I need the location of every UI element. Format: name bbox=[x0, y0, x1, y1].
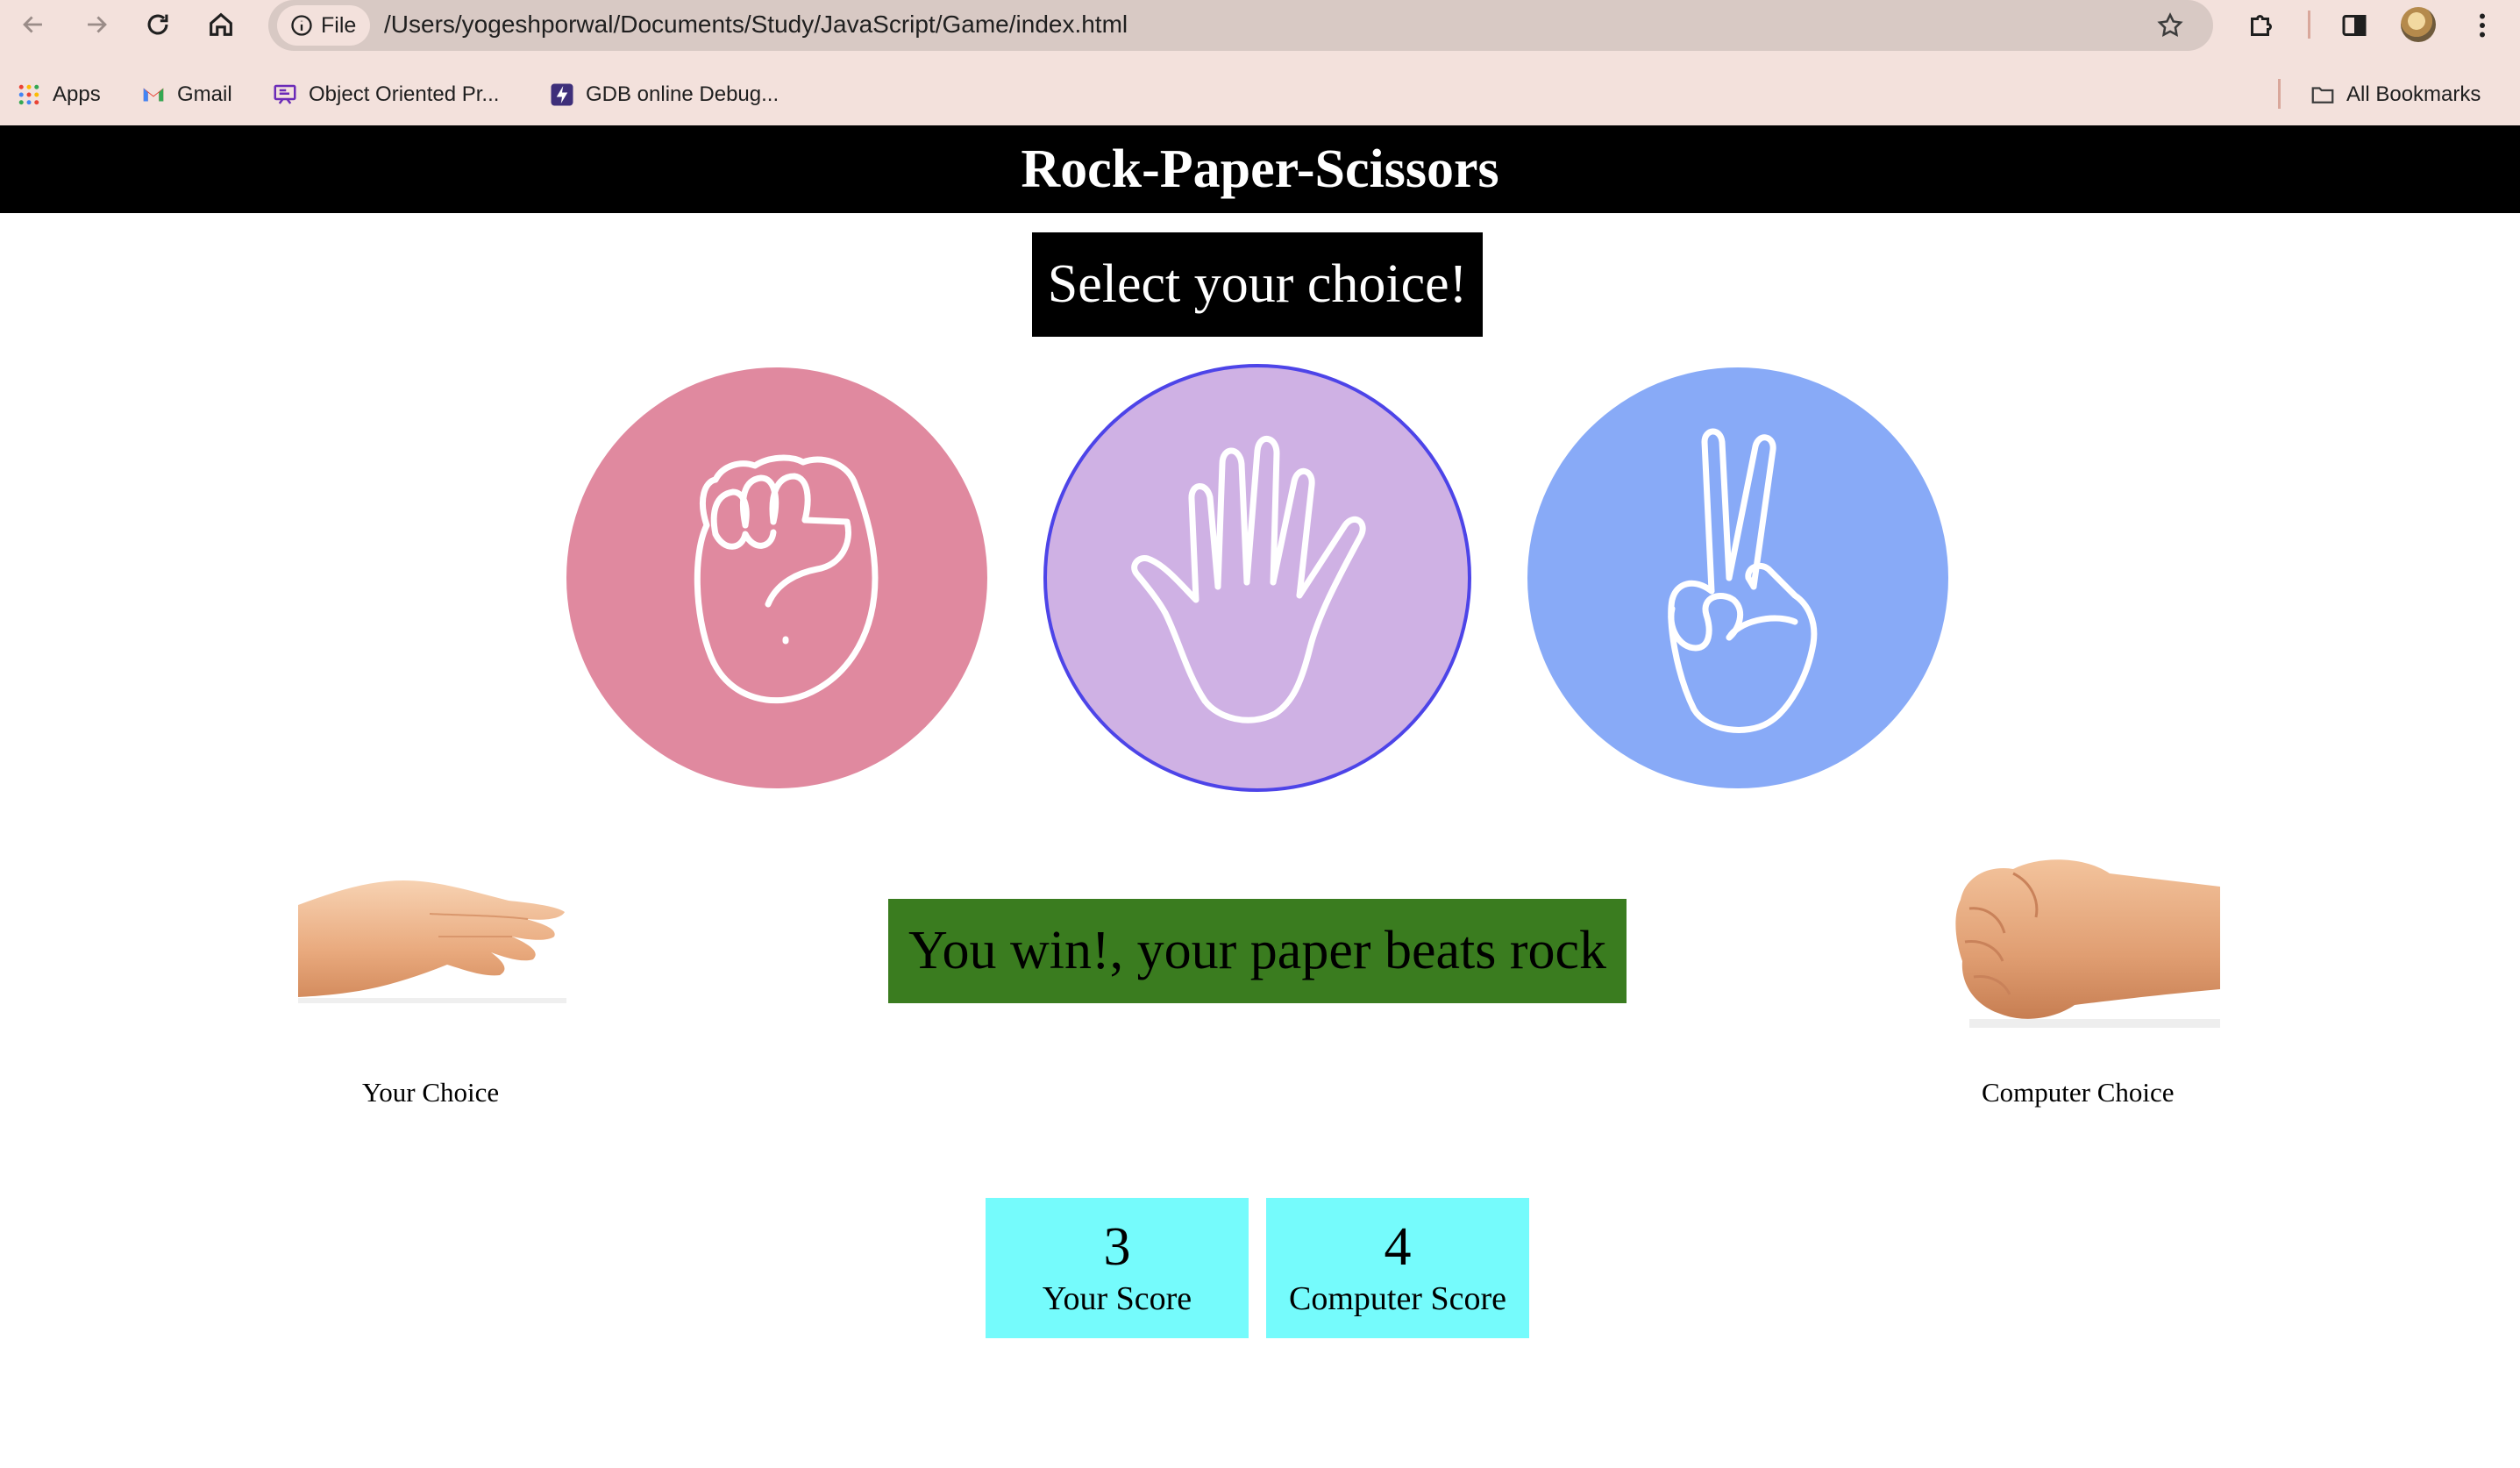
reload-button[interactable] bbox=[133, 7, 182, 42]
profile-avatar[interactable] bbox=[2401, 7, 2436, 42]
bookmark-label: Gmail bbox=[177, 82, 232, 106]
bookmark-star-button[interactable] bbox=[2152, 7, 2189, 44]
scissors-choice-button[interactable] bbox=[1527, 367, 1948, 788]
bookmark-label: Object Oriented Pr... bbox=[309, 82, 500, 106]
computer-choice-label: Computer Choice bbox=[1982, 1077, 2175, 1108]
bookmark-object-oriented[interactable]: Object Oriented Pr... bbox=[272, 79, 499, 110]
lightning-icon bbox=[551, 83, 573, 106]
computer-choice-hand-image bbox=[1955, 859, 2220, 1028]
bookmark-apps[interactable]: Apps bbox=[16, 79, 101, 110]
your-score-card: 3 Your Score bbox=[986, 1198, 1249, 1338]
bookmark-gmail[interactable]: Gmail bbox=[140, 79, 232, 110]
arrow-right-icon bbox=[88, 16, 107, 33]
address-bar[interactable]: File /Users/yogeshporwal/Documents/Study… bbox=[268, 0, 2213, 51]
reload-icon bbox=[147, 14, 168, 35]
side-panel-icon bbox=[2342, 15, 2367, 36]
browser-chrome: File /Users/yogeshporwal/Documents/Study… bbox=[0, 0, 2520, 125]
back-button[interactable] bbox=[9, 7, 58, 42]
your-score-label: Your Score bbox=[1042, 1280, 1192, 1317]
home-button[interactable] bbox=[196, 7, 246, 42]
folder-icon bbox=[2311, 87, 2334, 103]
info-icon bbox=[291, 15, 312, 36]
star-icon bbox=[2157, 12, 2183, 37]
bookmarks-divider bbox=[2278, 79, 2281, 109]
select-prompt: Select your choice! bbox=[1032, 232, 1483, 337]
forward-button[interactable] bbox=[72, 7, 121, 42]
home-icon bbox=[210, 12, 232, 36]
toolbar-divider bbox=[2308, 11, 2310, 39]
extensions-button[interactable] bbox=[2241, 5, 2282, 46]
open-hand-icon bbox=[1131, 436, 1366, 723]
all-bookmarks-label: All Bookmarks bbox=[2346, 82, 2481, 106]
puzzle-icon bbox=[2251, 15, 2272, 36]
paper-choice-button[interactable] bbox=[1043, 364, 1471, 792]
bookmark-label: Apps bbox=[53, 82, 101, 106]
computer-score-label: Computer Score bbox=[1288, 1280, 1506, 1317]
your-choice-label: Your Choice bbox=[362, 1077, 500, 1108]
file-chip-label: File bbox=[321, 12, 357, 38]
kebab-menu-icon bbox=[2480, 13, 2485, 38]
your-score-value: 3 bbox=[1103, 1217, 1131, 1277]
gmail-icon bbox=[143, 88, 164, 102]
bookmark-gdb-online[interactable]: GDB online Debug... bbox=[549, 79, 779, 110]
rock-choice-button[interactable] bbox=[566, 367, 987, 788]
your-choice-hand-image bbox=[298, 880, 566, 1003]
computer-score-value: 4 bbox=[1384, 1217, 1412, 1277]
site-info-chip[interactable]: File bbox=[277, 5, 370, 46]
fist-icon bbox=[694, 454, 879, 704]
url-text[interactable]: /Users/yogeshporwal/Documents/Study/Java… bbox=[384, 11, 1128, 39]
presentation-icon bbox=[274, 84, 296, 104]
arrow-left-icon bbox=[23, 16, 42, 33]
bookmarks-bar: Apps Gmail Object Oriented Pr... GDB onl… bbox=[0, 70, 2520, 119]
bookmark-label: GDB online Debug... bbox=[586, 82, 779, 106]
page-title: Rock-Paper-Scissors bbox=[0, 125, 2520, 213]
menu-button[interactable] bbox=[2462, 5, 2502, 46]
peace-hand-icon bbox=[1668, 428, 1818, 733]
all-bookmarks-button[interactable]: All Bookmarks bbox=[2310, 79, 2481, 110]
apps-grid-icon bbox=[18, 84, 39, 105]
result-message: You win!, your paper beats rock bbox=[888, 899, 1627, 1003]
computer-score-card: 4 Computer Score bbox=[1266, 1198, 1529, 1338]
side-panel-button[interactable] bbox=[2334, 5, 2374, 46]
